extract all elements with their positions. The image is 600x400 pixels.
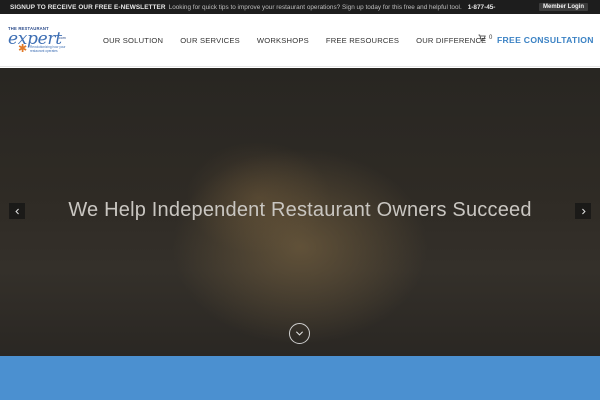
scroll-down-button[interactable]: [289, 323, 310, 344]
nav-item-our-solution[interactable]: OUR SOLUTION: [103, 36, 163, 45]
phone-number[interactable]: 1-877-45-: [468, 4, 496, 11]
logo-domain: .com: [58, 36, 66, 40]
slider-next-button[interactable]: [575, 203, 591, 219]
logo-tagline: Revolutionizing how your restaurant oper…: [30, 45, 66, 53]
hero-slider: We Help Independent Restaurant Owners Su…: [0, 68, 600, 356]
hero-title: We Help Independent Restaurant Owners Su…: [68, 199, 532, 221]
chevron-right-icon: [581, 208, 586, 214]
newsletter-signup-link[interactable]: SIGNUP TO RECEIVE OUR FREE E-NEWSLETTER: [10, 4, 166, 11]
site-logo[interactable]: THE RESTAURANT expert .com ✱ Revolutioni…: [6, 26, 66, 56]
nav-item-workshops[interactable]: WORKSHOPS: [257, 36, 309, 45]
cart-count: 0: [489, 35, 493, 41]
site-header: THE RESTAURANT expert .com ✱ Revolutioni…: [0, 14, 600, 67]
chevron-down-icon: [295, 331, 304, 336]
cart-icon: [478, 34, 486, 42]
newsletter-message: Looking for quick tips to improve your r…: [168, 3, 462, 11]
top-announcement-bar: SIGNUP TO RECEIVE OUR FREE E-NEWSLETTER …: [0, 0, 600, 14]
nav-item-our-difference[interactable]: OUR DIFFERENCE: [416, 36, 486, 45]
member-login-button[interactable]: Member Login: [538, 3, 588, 11]
blue-section-band: [0, 356, 600, 400]
nav-item-our-services[interactable]: OUR SERVICES: [180, 36, 240, 45]
logo-star-icon: ✱: [18, 43, 28, 55]
nav-item-free-resources[interactable]: FREE RESOURCES: [326, 36, 399, 45]
cart-button[interactable]: 0: [478, 34, 492, 42]
free-consultation-button[interactable]: FREE CONSULTATION: [497, 35, 594, 45]
main-navigation: OUR SOLUTION OUR SERVICES WORKSHOPS FREE…: [103, 14, 503, 67]
